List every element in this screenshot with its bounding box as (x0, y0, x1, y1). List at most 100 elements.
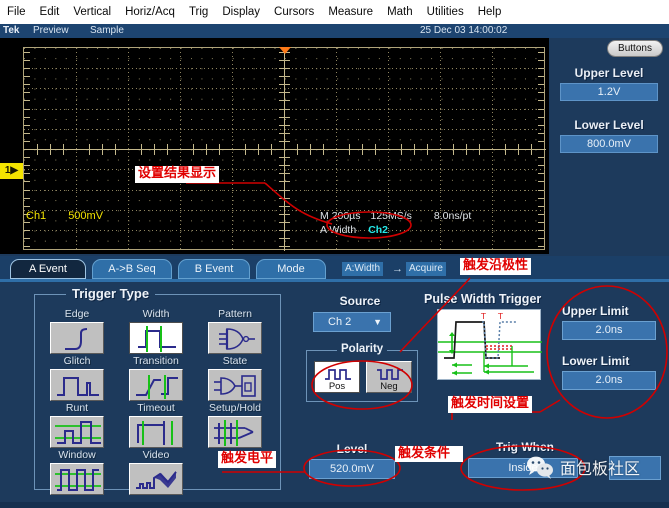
source-select[interactable]: Ch 2 ▼ (313, 312, 391, 332)
trigger-source-readout: Ch2 (368, 224, 388, 236)
runt-icon[interactable] (50, 416, 104, 448)
polarity-legend: Polarity (337, 343, 387, 355)
upper-level-label: Upper Level (549, 66, 669, 80)
upper-level-value[interactable]: 1.2V (560, 83, 658, 101)
buttons-chip[interactable]: Buttons (607, 40, 663, 57)
chevron-down-icon: ▼ (373, 313, 382, 331)
menu-item-cursors[interactable]: Cursors (267, 0, 321, 24)
watermark-text: 面包板社区 (560, 455, 640, 479)
width-icon[interactable] (129, 322, 183, 354)
timebase-readout: M 200µs (320, 210, 360, 222)
ch1-scale: 500mV (68, 210, 103, 222)
upper-limit-label: Upper Limit (562, 304, 660, 318)
polarity-pos-label: Pos (315, 381, 359, 392)
trigger-type-width[interactable]: Width (125, 308, 187, 354)
upper-limit-control: Upper Limit 2.0ns (562, 304, 660, 340)
ch1-label: Ch1 (26, 210, 46, 222)
lower-limit-value[interactable]: 2.0ns (562, 371, 656, 390)
menu-item-vertical[interactable]: Vertical (66, 0, 118, 24)
trigger-type-legend: Trigger Type (66, 286, 155, 301)
channel-1-ground-marker[interactable]: 1▶ (0, 163, 23, 179)
trigger-type-video-label: Video (125, 449, 187, 462)
oscilloscope-app: File Edit Vertical Horiz/Acq Trig Displa… (0, 0, 669, 508)
datetime-readout: 25 Dec 03 14:00:02 (420, 24, 507, 38)
polarity-neg-button[interactable]: Neg (366, 361, 412, 393)
lower-level-label: Lower Level (549, 118, 669, 132)
menu-item-file[interactable]: File (0, 0, 33, 24)
side-control-panel: Buttons Upper Level 1.2V Lower Level 800… (549, 38, 669, 254)
trigger-type-timeout-label: Timeout (125, 402, 187, 415)
trigger-type-runt-label: Runt (46, 402, 108, 415)
trigger-type-window[interactable]: Window (46, 449, 108, 495)
pulse-width-trigger-title: Pulse Width Trigger (424, 292, 564, 306)
trigger-type-timeout[interactable]: Timeout (125, 402, 187, 448)
polarity-group: Polarity Pos Neg (306, 350, 418, 402)
timeout-icon[interactable] (129, 416, 183, 448)
trigger-type-edge[interactable]: Edge (46, 308, 108, 354)
trigger-type-edge-label: Edge (46, 308, 108, 321)
trigger-type-state-label: State (204, 355, 266, 368)
tab-ab-seq[interactable]: A->B Seq (92, 259, 172, 279)
annotation-trigger-level: 触发电平 (218, 451, 276, 468)
samplerate-readout: 125MS/s (370, 210, 411, 222)
trigger-type-width-label: Width (125, 308, 187, 321)
annotation-result-display: 设置结果显示 (135, 166, 219, 183)
tek-logo: Tek (3, 24, 20, 38)
menu-item-math[interactable]: Math (380, 0, 420, 24)
annotation-trigger-condition: 触发条件 (395, 446, 463, 462)
upper-limit-value[interactable]: 2.0ns (562, 321, 656, 340)
level-value[interactable]: 520.0mV (309, 459, 395, 479)
annotation-edge-polarity: 触发沿极性 (460, 258, 531, 275)
trigger-type-runt[interactable]: Runt (46, 402, 108, 448)
menu-item-display[interactable]: Display (215, 0, 267, 24)
menu-item-horiz-acq[interactable]: Horiz/Acq (118, 0, 182, 24)
state-icon[interactable] (208, 369, 262, 401)
annotation-time-setting: 触发时间设置 (448, 396, 532, 413)
menu-item-edit[interactable]: Edit (33, 0, 67, 24)
window-icon[interactable] (50, 463, 104, 495)
trigger-type-transition-label: Transition (125, 355, 187, 368)
menu-item-help[interactable]: Help (471, 0, 509, 24)
trigger-type-readout: A Width (320, 224, 356, 236)
trigger-readout: A Width Ch2 (320, 224, 388, 236)
transition-icon[interactable] (129, 369, 183, 401)
preview-status: Preview (33, 24, 69, 38)
horizontal-readout: M 200µs125MS/s8.0ns/pt (320, 210, 471, 222)
pattern-icon[interactable] (208, 322, 262, 354)
trigger-type-transition[interactable]: Transition (125, 355, 187, 401)
scope-status-bar: Tek Preview Sample 25 Dec 03 14:00:02 (0, 24, 669, 38)
breadcrumb-arrow-icon: → (392, 262, 403, 276)
trig-when-label: Trig When (468, 440, 582, 454)
trigger-type-pattern-label: Pattern (204, 308, 266, 321)
edge-icon[interactable] (50, 322, 104, 354)
trigger-type-window-label: Window (46, 449, 108, 462)
tab-a-event[interactable]: A Event (10, 259, 86, 279)
source-label: Source (312, 294, 408, 308)
trigger-type-glitch[interactable]: Glitch (46, 355, 108, 401)
trigger-type-pattern[interactable]: Pattern (204, 308, 266, 354)
breadcrumb-current[interactable]: A:Width (342, 262, 383, 276)
waveform-display[interactable]: 1▶ Ch1500mV M 200µs125MS/s8.0ns/pt A Wid… (0, 38, 549, 254)
trigger-type-setup-hold[interactable]: Setup/Hold (204, 402, 266, 448)
lower-level-value[interactable]: 800.0mV (560, 135, 658, 153)
breadcrumb-next[interactable]: Acquire (406, 262, 446, 276)
polarity-pos-button[interactable]: Pos (314, 361, 360, 393)
source-value: Ch 2 (328, 313, 351, 331)
pulse-width-trigger-diagram: T T (437, 309, 541, 380)
tab-mode[interactable]: Mode (256, 259, 326, 279)
menu-item-trig[interactable]: Trig (182, 0, 215, 24)
upper-level-control: Upper Level 1.2V (549, 66, 669, 101)
svg-text:T: T (497, 312, 503, 321)
trigger-type-state[interactable]: State (204, 355, 266, 401)
video-icon[interactable] (129, 463, 183, 495)
trigger-type-video[interactable]: Video (125, 449, 187, 495)
tab-b-event[interactable]: B Event (178, 259, 250, 279)
wechat-icon (525, 455, 555, 479)
glitch-icon[interactable] (50, 369, 104, 401)
trigger-type-glitch-label: Glitch (46, 355, 108, 368)
menu-item-measure[interactable]: Measure (321, 0, 380, 24)
lower-level-control: Lower Level 800.0mV (549, 118, 669, 153)
menu-item-utilities[interactable]: Utilities (420, 0, 471, 24)
trigger-position-marker[interactable] (279, 47, 291, 54)
setup-hold-icon[interactable] (208, 416, 262, 448)
